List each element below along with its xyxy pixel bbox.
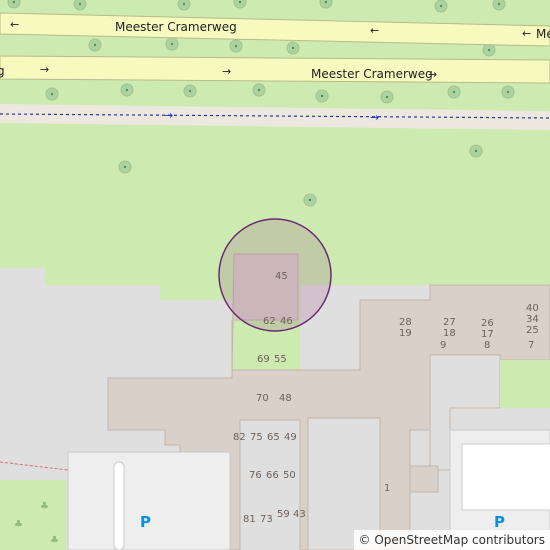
house-number: 8 — [484, 340, 490, 351]
one-way-arrow-icon: → — [40, 63, 49, 76]
house-number: 81 — [243, 514, 256, 525]
one-way-arrow-icon: ← — [370, 24, 379, 37]
road-label-meester-cramerweg: Meester Cramerweg — [115, 20, 237, 34]
one-way-arrow-icon: ← — [10, 18, 19, 31]
house-number: 75 — [250, 432, 263, 443]
map-canvas[interactable]: → → ♣ ♣ ♣ ← Meester Cramerweg ← ← Me — [0, 0, 550, 550]
parking-area-west[interactable] — [67, 451, 231, 550]
one-way-arrow-icon: ← — [522, 27, 531, 40]
house-number: 62 — [263, 316, 276, 327]
small-grass — [500, 360, 550, 408]
road-label-partial: g — [0, 64, 5, 78]
tree-icon: ♣ — [50, 535, 59, 546]
house-number: 26 — [481, 318, 494, 329]
house-number: 59 — [277, 509, 290, 520]
road-meester-cramerweg-east[interactable] — [0, 55, 550, 84]
parking-icon[interactable]: P — [140, 513, 151, 531]
house-number: 55 — [274, 354, 287, 365]
house-number: 65 — [267, 432, 280, 443]
road-label-partial: Me — [536, 27, 550, 41]
house-number: 17 — [481, 329, 494, 340]
house-number: 46 — [280, 316, 293, 327]
house-number: 18 — [443, 328, 456, 339]
house-number: 49 — [284, 432, 297, 443]
house-number: 34 — [526, 314, 539, 325]
house-number: 28 — [399, 317, 412, 328]
house-number: 45 — [275, 271, 288, 282]
house-number: 82 — [233, 432, 246, 443]
one-way-arrow-icon: → — [370, 111, 379, 124]
building-annex[interactable] — [409, 465, 439, 493]
parking-icon[interactable]: P — [494, 513, 505, 531]
house-number: 1 — [384, 483, 390, 494]
house-number: 9 — [440, 340, 446, 351]
house-number: 40 — [526, 303, 539, 314]
house-number: 48 — [279, 393, 292, 404]
house-number: 25 — [526, 325, 539, 336]
one-way-arrow-icon: → — [428, 68, 437, 81]
house-number: 73 — [260, 514, 273, 525]
service-road — [113, 461, 125, 550]
one-way-arrow-icon: → — [222, 65, 231, 78]
house-number: 43 — [293, 509, 306, 520]
map-view[interactable]: → → ♣ ♣ ♣ ← Meester Cramerweg ← ← Me — [0, 0, 550, 550]
road-label-meester-cramerweg: Meester Cramerweg — [311, 67, 433, 81]
tree-icon: ♣ — [40, 501, 49, 512]
house-number: 66 — [266, 470, 279, 481]
house-number: 50 — [283, 470, 296, 481]
map-attribution[interactable]: © OpenStreetMap contributors — [353, 530, 550, 550]
house-number: 69 — [257, 354, 270, 365]
house-number: 19 — [399, 328, 412, 339]
tree-icon: ♣ — [14, 519, 23, 530]
parking-row — [461, 443, 550, 511]
house-number: 7 — [528, 340, 534, 351]
house-number: 70 — [256, 393, 269, 404]
house-number: 76 — [249, 470, 262, 481]
one-way-arrow-icon: → — [164, 109, 173, 122]
house-number: 27 — [443, 317, 456, 328]
